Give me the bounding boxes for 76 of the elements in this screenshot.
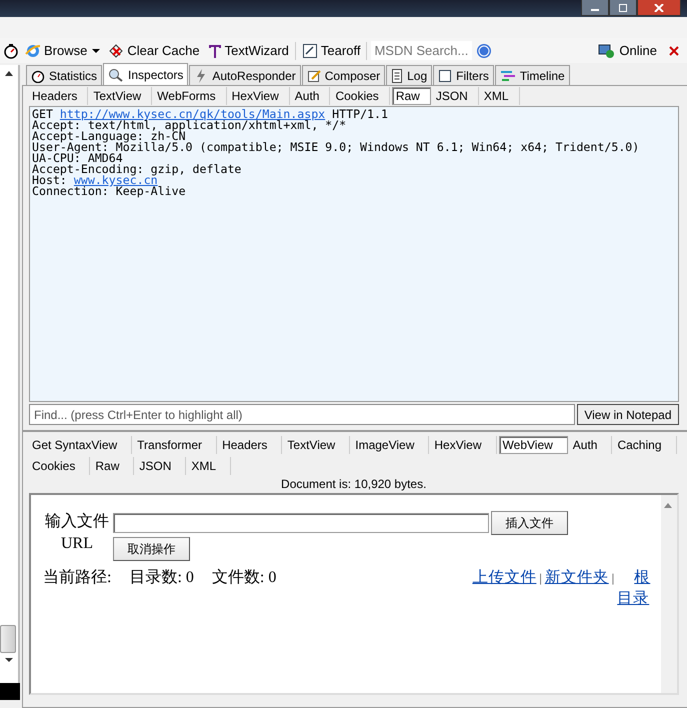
toolbar-button[interactable]: Browse	[23, 42, 102, 58]
eraser-icon	[108, 42, 124, 58]
network-icon	[598, 42, 616, 58]
inspector-tab[interactable]: Composer	[302, 65, 386, 85]
inspector-tab[interactable]: Inspectors	[103, 63, 188, 85]
scrollbar-thumb[interactable]	[0, 625, 16, 653]
document-size-text: Document is: 10,920 bytes.	[280, 476, 428, 493]
close-icon	[654, 4, 664, 12]
link-separator: |	[612, 571, 614, 585]
document-icon	[391, 68, 404, 82]
response-tab[interactable]: Caching	[614, 436, 676, 454]
response-tab[interactable]: Transformer	[134, 436, 218, 454]
folder-action-link[interactable]: 根目录	[617, 567, 650, 609]
magnifier-icon	[108, 68, 124, 82]
response-tab[interactable]: JSON	[136, 456, 186, 474]
request-tab[interactable]: TextView	[90, 87, 152, 105]
help-icon[interactable]	[476, 42, 492, 58]
request-tab[interactable]: Headers	[29, 87, 88, 105]
response-tab[interactable]: XML	[188, 456, 232, 474]
link-separator: |	[539, 571, 542, 585]
caret-icon	[92, 48, 100, 54]
request-tab[interactable]: HexView	[228, 87, 290, 105]
maximize-button[interactable]	[609, 0, 637, 16]
inspector-tab[interactable]: Filters	[433, 65, 494, 85]
response-tab[interactable]: WebView	[498, 436, 568, 454]
toolbar-button[interactable]: Clear Cache	[106, 42, 202, 58]
pencil-icon	[306, 68, 321, 82]
cancel-button[interactable]: 取消操作	[113, 537, 190, 561]
stopwatch-icon[interactable]	[3, 42, 19, 58]
response-tab[interactable]: ImageView	[352, 436, 430, 454]
checkbox-icon	[438, 68, 452, 82]
directory-count: 目录数: 0	[129, 568, 194, 588]
raw-request-text: GET http://www.kysec.cn/qk/tools/Main.aspx HTTP/1.1 Accept: text/html, application/xhtml+xml, */* Accept-Language: zh-CN User-Agent: Mozilla/5.0 (compatible; MSIE 9.0; Windows NT 6.1; Win64; x64; Trident/5.0) UA-CPU: AMD64 Accept-Encoding: gzip, deflate Host: www.kysec.cn Connection: Keep-Alive	[29, 106, 678, 402]
request-tab[interactable]: Cookies	[332, 87, 390, 105]
inspector-tab[interactable]: AutoResponder	[189, 65, 301, 85]
file-count: 文件数: 0	[212, 568, 276, 588]
online-button[interactable]: Online	[596, 42, 659, 58]
request-tab[interactable]: Auth	[292, 87, 330, 105]
insert-file-button[interactable]: 插入文件	[491, 511, 568, 535]
toolbar-button[interactable]: Tearoff	[300, 42, 362, 58]
file-url-field[interactable]	[113, 513, 489, 533]
find-field[interactable]: Find... (press Ctrl+Enter to highlight all)	[29, 404, 576, 425]
timeline-icon	[500, 70, 516, 82]
response-tab[interactable]: Get SyntaxView	[29, 436, 132, 454]
inspector-tab[interactable]: Timeline	[494, 65, 570, 85]
search-field[interactable]: MSDN Search...	[371, 41, 472, 60]
minimize-button[interactable]	[581, 0, 609, 16]
request-tab[interactable]: XML	[480, 87, 520, 105]
close-button[interactable]	[637, 0, 681, 16]
response-tab[interactable]: HexView	[431, 436, 497, 454]
letter-t-icon	[208, 42, 222, 58]
maximize-icon	[618, 4, 628, 12]
scroll-down-icon[interactable]	[5, 657, 14, 663]
stopwatch-icon	[31, 68, 45, 82]
folder-action-link[interactable]: 上传文件	[472, 569, 536, 586]
current-path-label: 当前路径:	[43, 568, 112, 588]
globe-icon	[25, 42, 41, 58]
request-tab[interactable]: WebForms	[154, 87, 227, 105]
request-tab[interactable]: JSON	[432, 87, 479, 105]
file-url-label: 输入文件 URL	[44, 512, 110, 554]
request-tab[interactable]: Raw	[392, 87, 431, 105]
response-tab[interactable]: Cookies	[29, 456, 90, 474]
response-tab[interactable]: Auth	[570, 436, 612, 454]
response-tab[interactable]: Headers	[219, 436, 282, 454]
response-tab[interactable]: TextView	[284, 436, 350, 454]
scroll-up-icon[interactable]	[5, 71, 14, 77]
url-link[interactable]: http://www.kysec.cn/qk/tools/Main.aspx	[60, 107, 326, 121]
toolbar-button[interactable]: TextWizard	[206, 42, 291, 58]
folder-action-link[interactable]: 新文件夹	[544, 569, 609, 586]
inspector-tab[interactable]: Statistics	[26, 65, 102, 85]
inspector-tab[interactable]: Log	[386, 65, 432, 85]
close-icon[interactable]	[669, 46, 679, 56]
view-in-notepad-button[interactable]: View in Notepad	[577, 404, 678, 425]
window-icon	[302, 42, 318, 58]
vertical-scrollbar[interactable]	[660, 495, 676, 693]
response-tab[interactable]: Raw	[92, 456, 134, 474]
